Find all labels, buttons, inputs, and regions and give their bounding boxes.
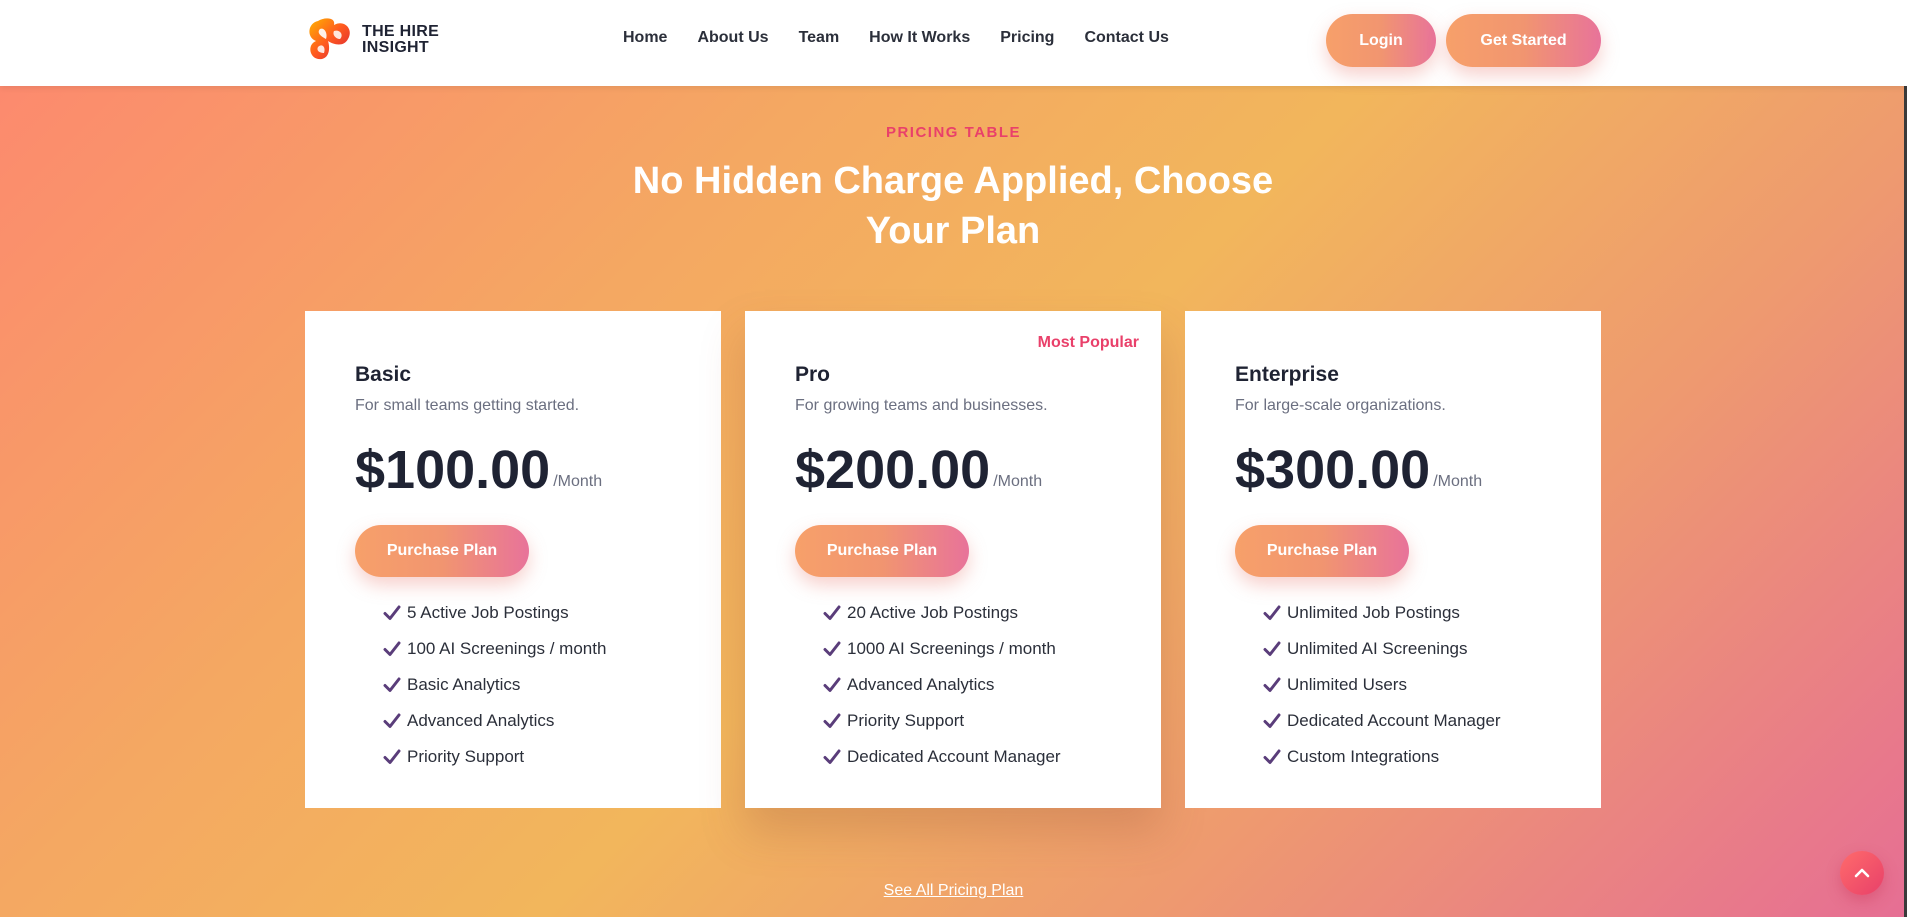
check-icon (383, 749, 401, 764)
feature-item: Priority Support (383, 739, 671, 775)
plan-period: /Month (993, 473, 1043, 490)
section-headline: No Hidden Charge Applied, Choose Your Pl… (632, 160, 1274, 252)
feature-text: 20 Active Job Postings (847, 603, 1019, 622)
nav-contact-us[interactable]: Contact Us (1084, 29, 1168, 47)
site-header: THE HIRE INSIGHT Home About Us Team How … (0, 0, 1907, 86)
plan-name: Enterprise (1235, 363, 1339, 386)
feature-text: 1000 AI Screenings / month (847, 639, 1056, 658)
check-icon (1263, 749, 1281, 764)
price-row: $100.00 /Month (355, 441, 671, 497)
feature-item: Advanced Analytics (823, 667, 1111, 703)
check-icon (823, 605, 841, 620)
plan-price: $300.00 (1235, 440, 1431, 500)
feature-text: Priority Support (847, 711, 965, 730)
feature-text: Unlimited AI Screenings (1287, 639, 1468, 658)
feature-item: 100 AI Screenings / month (383, 631, 671, 667)
nav-how-it-works[interactable]: How It Works (869, 29, 970, 47)
feature-text: Priority Support (407, 747, 525, 766)
chevron-up-icon (1854, 868, 1870, 878)
check-icon (383, 641, 401, 656)
price-row: $200.00 /Month (795, 441, 1111, 497)
check-icon (823, 749, 841, 764)
feature-text: Dedicated Account Manager (1287, 711, 1501, 730)
check-icon (823, 641, 841, 656)
plan-period: /Month (1433, 473, 1483, 490)
nav-team[interactable]: Team (799, 29, 840, 47)
hire-insight-logo-icon (309, 18, 350, 60)
most-popular-badge: Most Popular (1037, 334, 1139, 351)
feature-text: Advanced Analytics (407, 711, 555, 730)
feature-item: Custom Integrations (1263, 739, 1551, 775)
brand-line-2: INSIGHT (362, 39, 429, 56)
feature-list: Unlimited Job Postings Unlimited AI Scre… (1235, 595, 1551, 775)
feature-item: 5 Active Job Postings (383, 595, 671, 631)
feature-text: 100 AI Screenings / month (407, 639, 607, 658)
check-icon (1263, 605, 1281, 620)
feature-text: Custom Integrations (1287, 747, 1440, 766)
plan-price: $100.00 (355, 440, 551, 500)
plan-description: For small teams getting started. (355, 397, 580, 414)
feature-item: Unlimited Job Postings (1263, 595, 1551, 631)
get-started-button[interactable]: Get Started (1446, 14, 1601, 67)
plan-period: /Month (553, 473, 603, 490)
feature-text: Basic Analytics (407, 675, 521, 694)
feature-item: Unlimited Users (1263, 667, 1551, 703)
feature-item: Advanced Analytics (383, 703, 671, 739)
plan-description: For large-scale organizations. (1235, 397, 1446, 414)
check-icon (1263, 677, 1281, 692)
nav-home[interactable]: Home (623, 29, 667, 47)
scroll-to-top-button[interactable] (1840, 851, 1884, 895)
plan-description: For growing teams and businesses. (795, 397, 1048, 414)
nav-about-us[interactable]: About Us (697, 29, 768, 47)
check-icon (383, 677, 401, 692)
feature-item: Basic Analytics (383, 667, 671, 703)
login-button[interactable]: Login (1326, 14, 1436, 67)
feature-text: Unlimited Job Postings (1287, 603, 1460, 622)
check-icon (823, 713, 841, 728)
plan-card-basic: Basic For small teams getting started. $… (305, 311, 721, 808)
feature-text: Unlimited Users (1287, 675, 1407, 694)
see-all-pricing-link[interactable]: See All Pricing Plan (0, 882, 1907, 900)
plan-card-pro: Most Popular Pro For growing teams and b… (745, 311, 1161, 808)
plan-price: $200.00 (795, 440, 991, 500)
check-icon (823, 677, 841, 692)
purchase-plan-button[interactable]: Purchase Plan (355, 525, 529, 577)
feature-text: Advanced Analytics (847, 675, 995, 694)
purchase-plan-button[interactable]: Purchase Plan (1235, 525, 1409, 577)
brand-logo[interactable]: THE HIRE INSIGHT (304, 15, 439, 65)
check-icon (383, 605, 401, 620)
check-icon (1263, 641, 1281, 656)
feature-text: Dedicated Account Manager (847, 747, 1061, 766)
section-eyebrow: PRICING TABLE (885, 124, 1022, 141)
purchase-plan-button[interactable]: Purchase Plan (795, 525, 969, 577)
main-nav: Home About Us Team How It Works Pricing … (623, 29, 1199, 47)
brand-line-1: THE HIRE (362, 23, 440, 40)
feature-list: 5 Active Job Postings 100 AI Screenings … (355, 595, 671, 775)
feature-item: Dedicated Account Manager (823, 739, 1111, 775)
feature-item: Unlimited AI Screenings (1263, 631, 1551, 667)
plan-name: Pro (795, 363, 831, 386)
price-row: $300.00 /Month (1235, 441, 1551, 497)
plan-card-enterprise: Enterprise For large-scale organizations… (1185, 311, 1601, 808)
check-icon (1263, 713, 1281, 728)
feature-item: Priority Support (823, 703, 1111, 739)
nav-pricing[interactable]: Pricing (1000, 29, 1054, 47)
plan-name: Basic (355, 363, 412, 386)
check-icon (383, 713, 401, 728)
feature-item: 20 Active Job Postings (823, 595, 1111, 631)
feature-item: 1000 AI Screenings / month (823, 631, 1111, 667)
feature-item: Dedicated Account Manager (1263, 703, 1551, 739)
brand-name: THE HIRE INSIGHT (362, 24, 439, 56)
feature-text: 5 Active Job Postings (407, 603, 569, 622)
feature-list: 20 Active Job Postings 1000 AI Screening… (795, 595, 1111, 775)
